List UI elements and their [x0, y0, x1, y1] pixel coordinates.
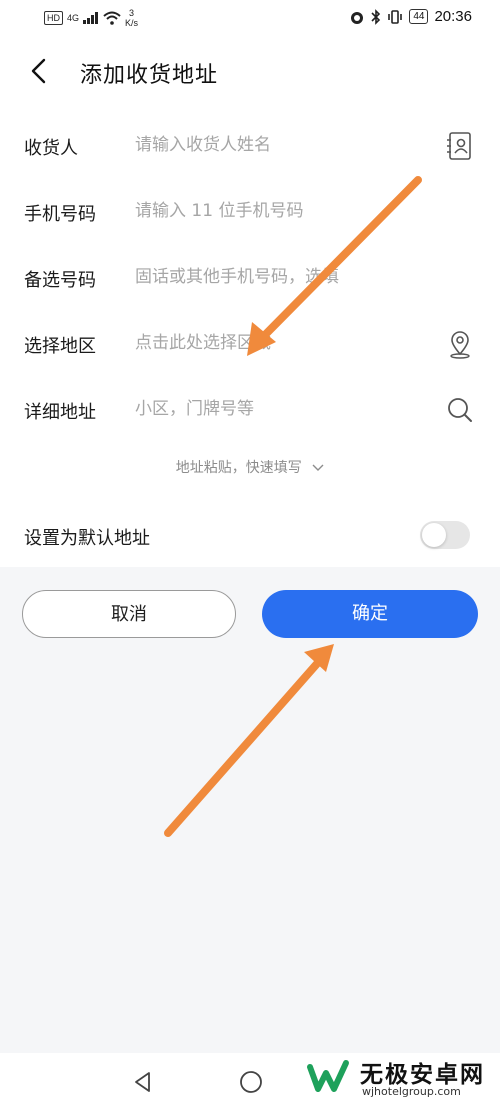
clock: 20:36	[434, 8, 472, 25]
alt-phone-row: 备选号码	[0, 245, 500, 311]
detail-address-row: 详细地址	[0, 377, 500, 443]
network-speed: 3 K/s	[125, 8, 138, 28]
default-address-label: 设置为默认地址	[24, 528, 150, 549]
annotation-arrow-confirm	[164, 644, 334, 837]
signal-icon	[83, 12, 99, 24]
detail-address-input[interactable]	[135, 393, 435, 425]
contact-book-icon[interactable]	[444, 130, 476, 162]
paste-address-link[interactable]: 地址粘贴，快速填写	[0, 457, 500, 477]
back-arrow-icon[interactable]	[26, 56, 56, 86]
speed-unit: K/s	[125, 18, 139, 28]
cancel-button[interactable]: 取消	[22, 590, 236, 638]
region-row[interactable]: 选择地区	[0, 311, 500, 377]
region-label: 选择地区	[24, 336, 96, 357]
system-nav-bar: 无极安卓网 wjhotelgroup.com	[0, 1053, 500, 1111]
confirm-button[interactable]: 确定	[262, 590, 478, 638]
wifi-icon	[103, 11, 121, 25]
vibrate-icon	[388, 9, 403, 24]
network-type: 4G	[67, 13, 80, 23]
phone-input[interactable]	[135, 195, 435, 227]
page-header: 添加收货地址	[0, 36, 500, 110]
nav-back-icon[interactable]	[130, 1069, 156, 1095]
location-pin-icon[interactable]	[444, 328, 476, 360]
status-bar: HD 4G 3 K/s 44 20:36	[0, 0, 500, 36]
recipient-name-input[interactable]	[135, 129, 435, 161]
battery-icon: 44	[409, 9, 429, 24]
paste-address-label: 地址粘贴，快速填写	[175, 460, 302, 476]
watermark-logo-icon	[304, 1053, 352, 1101]
detail-address-label: 详细地址	[24, 402, 96, 423]
watermark-name: 无极安卓网	[360, 1062, 485, 1088]
watermark-url: wjhotelgroup.com	[362, 1085, 461, 1098]
hd-indicator: HD	[44, 11, 63, 25]
address-form: 收货人 手机号码 备选号码 选择地区 详细地址 地址粘贴，快速填写 设置为默认地…	[0, 110, 500, 567]
alarm-icon	[351, 11, 364, 24]
status-right: 44 20:36	[349, 8, 472, 25]
recipient-row: 收货人	[0, 113, 500, 179]
toggle-knob	[422, 523, 446, 547]
watermark: 无极安卓网 wjhotelgroup.com	[302, 1051, 492, 1105]
region-select-input[interactable]	[135, 327, 435, 359]
speed-value: 3	[129, 8, 135, 18]
default-address-toggle[interactable]	[420, 521, 470, 549]
alt-phone-input[interactable]	[135, 261, 435, 293]
bluetooth-icon	[371, 8, 381, 25]
search-icon[interactable]	[444, 394, 476, 426]
page-title: 添加收货地址	[80, 63, 219, 88]
default-address-row: 设置为默认地址	[0, 506, 500, 566]
phone-row: 手机号码	[0, 179, 500, 245]
recipient-label: 收货人	[24, 138, 78, 159]
alt-phone-label: 备选号码	[24, 270, 96, 291]
nav-home-icon[interactable]	[238, 1069, 264, 1095]
chevron-down-icon	[312, 464, 324, 471]
status-left: HD 4G 3 K/s	[44, 8, 138, 28]
phone-label: 手机号码	[24, 204, 96, 225]
